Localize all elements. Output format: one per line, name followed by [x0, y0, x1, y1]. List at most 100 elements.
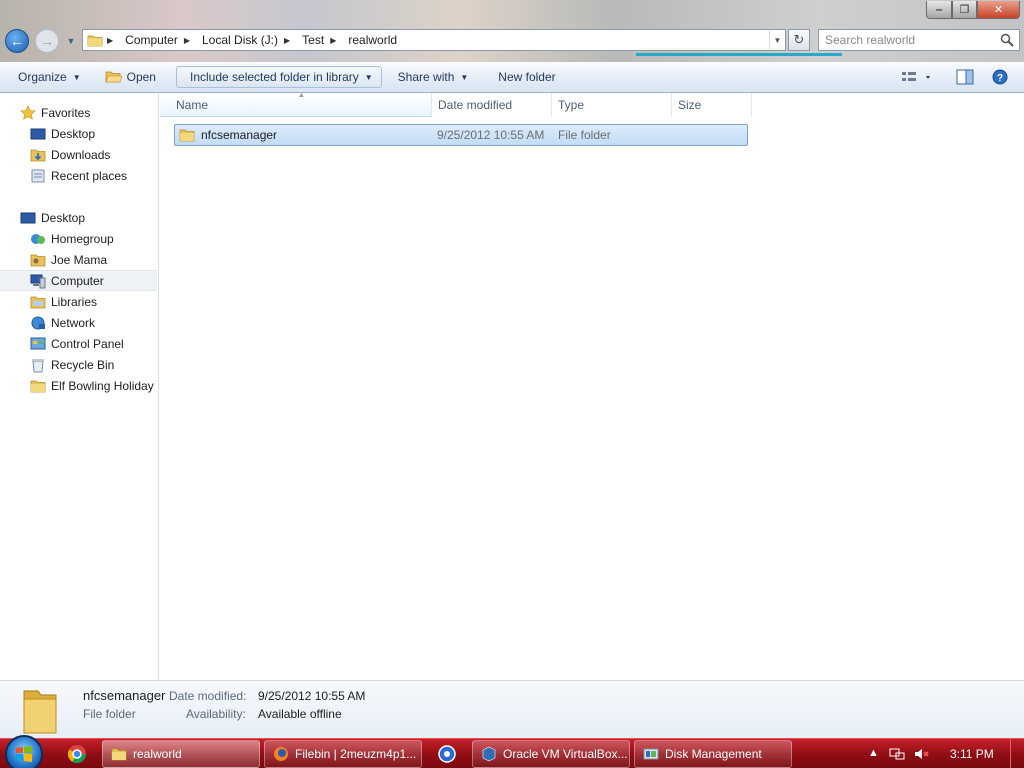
chevron-down-icon: ▼	[364, 72, 373, 82]
user-folder-icon	[30, 254, 46, 266]
file-name: nfcsemanager	[201, 128, 278, 142]
refresh-icon: ↻	[793, 32, 805, 47]
breadcrumb-test[interactable]: Test	[302, 33, 324, 47]
file-type: File folder	[558, 128, 611, 142]
app-icon[interactable]	[436, 743, 458, 765]
view-options-icon	[902, 72, 930, 81]
breadcrumb-separator[interactable]: ▶	[184, 36, 196, 45]
column-header-size[interactable]: Size	[672, 93, 752, 117]
chevron-down-icon: ▼	[773, 35, 782, 45]
breadcrumb-separator[interactable]: ▶	[284, 36, 296, 45]
nav-computer[interactable]: Computer	[0, 270, 157, 291]
star-icon	[20, 104, 36, 120]
breadcrumb-local-disk[interactable]: Local Disk (J:)	[202, 33, 278, 47]
nav-homegroup[interactable]: Homegroup	[0, 228, 157, 249]
network-icon	[31, 316, 45, 329]
column-header-type[interactable]: Type	[552, 93, 672, 117]
nav-fav-desktop[interactable]: Desktop	[0, 123, 157, 144]
large-folder-icon	[23, 690, 57, 734]
folder-icon	[111, 748, 127, 761]
minimize-button[interactable]: ‒	[926, 1, 952, 19]
nav-network[interactable]: Network	[0, 312, 157, 333]
chrome-icon[interactable]	[66, 743, 88, 765]
taskbar-button-realworld[interactable]: realworld	[102, 740, 260, 768]
disk-management-icon	[643, 748, 659, 760]
downloads-folder-icon	[30, 149, 46, 161]
nav-user-folder[interactable]: Joe Mama	[0, 249, 157, 270]
details-item-name: nfcsemanager	[83, 688, 166, 703]
preview-pane-button[interactable]	[956, 69, 974, 88]
details-availability-value: Available offline	[258, 707, 342, 721]
column-header-name[interactable]: ▲ Name	[160, 92, 432, 117]
address-dropdown-button[interactable]: ▼	[769, 30, 785, 50]
taskbar-button-virtualbox[interactable]: Oracle VM VirtualBox...	[472, 740, 630, 768]
nav-control-panel[interactable]: Control Panel	[0, 333, 157, 354]
windows-logo-icon	[16, 746, 32, 762]
preview-pane-icon	[956, 69, 974, 85]
folder-icon	[87, 35, 103, 47]
recycle-bin-icon	[32, 358, 44, 372]
search-input[interactable]	[825, 33, 995, 47]
recent-places-icon	[31, 169, 45, 182]
change-view-button[interactable]	[900, 69, 934, 88]
sort-ascending-icon: ▲	[298, 92, 305, 99]
close-button[interactable]: ✕	[977, 1, 1020, 19]
details-date-label: Date modified:	[169, 689, 247, 703]
details-pane: nfcsemanager File folder Date modified: …	[0, 680, 1024, 738]
address-progress-stripe	[636, 53, 842, 56]
details-availability-label: Availability:	[186, 707, 246, 721]
new-folder-button[interactable]: New folder	[490, 66, 563, 88]
taskbar-button-filebin[interactable]: Filebin | 2meuzm4p1...	[264, 740, 422, 768]
nav-desktop[interactable]: Desktop	[0, 207, 157, 228]
nav-recycle-bin[interactable]: Recycle Bin	[0, 354, 157, 375]
desktop-icon	[30, 128, 46, 139]
nav-fav-recent-places[interactable]: Recent places	[0, 165, 157, 186]
system-clock[interactable]: 3:11 PM	[950, 747, 994, 761]
nav-libraries[interactable]: Libraries	[0, 291, 157, 312]
open-button[interactable]: Open	[97, 66, 164, 88]
details-item-kind: File folder	[83, 707, 136, 721]
back-arrow-icon: ←	[10, 33, 24, 49]
libraries-icon	[30, 296, 46, 308]
taskbar-button-disk-management[interactable]: Disk Management	[634, 740, 792, 768]
refresh-button[interactable]: ↻	[788, 29, 810, 51]
computer-icon	[30, 274, 46, 288]
nav-elf-bowling-holiday[interactable]: Elf Bowling Holiday	[0, 375, 157, 396]
show-hidden-icons-button[interactable]: ▲	[868, 747, 879, 759]
command-bar: Organize ▼ Open Include selected folder i…	[0, 62, 1024, 93]
breadcrumb-separator[interactable]: ▶	[107, 36, 119, 45]
window-controls: ‒ ❐ ✕	[926, 1, 1020, 19]
help-button[interactable]: ?	[992, 69, 1008, 88]
maximize-button[interactable]: ❐	[952, 1, 977, 19]
search-box[interactable]	[818, 29, 1020, 51]
nav-fav-downloads[interactable]: Downloads	[0, 144, 157, 165]
homegroup-icon	[31, 233, 45, 244]
chevron-down-icon: ▼	[460, 72, 469, 82]
file-row[interactable]: nfcsemanager 9/25/2012 10:55 AM File fol…	[174, 124, 748, 146]
navigation-pane: Favorites Desktop Downloads Recent place…	[0, 93, 159, 680]
address-bar[interactable]: ▶ Computer ▶ Local Disk (J:) ▶ Test ▶ re…	[82, 29, 786, 51]
show-desktop-button[interactable]	[1010, 739, 1024, 768]
breadcrumb-separator[interactable]: ▶	[330, 36, 342, 45]
search-icon[interactable]	[999, 32, 1015, 48]
details-date-value: 9/25/2012 10:55 AM	[258, 689, 366, 703]
breadcrumb-realworld[interactable]: realworld	[348, 33, 397, 47]
organize-button[interactable]: Organize ▼	[10, 66, 89, 88]
breadcrumb-computer[interactable]: Computer	[125, 33, 178, 47]
start-button[interactable]	[5, 735, 43, 768]
include-in-library-button[interactable]: Include selected folder in library ▼	[175, 66, 382, 88]
file-name-cell: nfcsemanager	[179, 127, 277, 143]
chevron-down-icon: ▼	[72, 72, 81, 82]
recent-pages-dropdown[interactable]: ▼	[64, 33, 78, 49]
network-tray-icon[interactable]	[889, 746, 905, 762]
volume-muted-icon[interactable]	[913, 746, 929, 762]
taskbar: realworld Filebin | 2meuzm4p1... Oracle …	[0, 735, 1024, 768]
column-header-date-modified[interactable]: Date modified	[432, 93, 552, 117]
back-button[interactable]: ←	[5, 29, 29, 53]
forward-button[interactable]: →	[35, 29, 59, 53]
nav-favorites[interactable]: Favorites	[0, 102, 157, 123]
column-headers: ▲ Name Date modified Type Size	[160, 92, 752, 117]
virtualbox-icon	[482, 746, 496, 762]
open-folder-icon	[105, 71, 123, 83]
share-with-button[interactable]: Share with ▼	[390, 66, 477, 88]
